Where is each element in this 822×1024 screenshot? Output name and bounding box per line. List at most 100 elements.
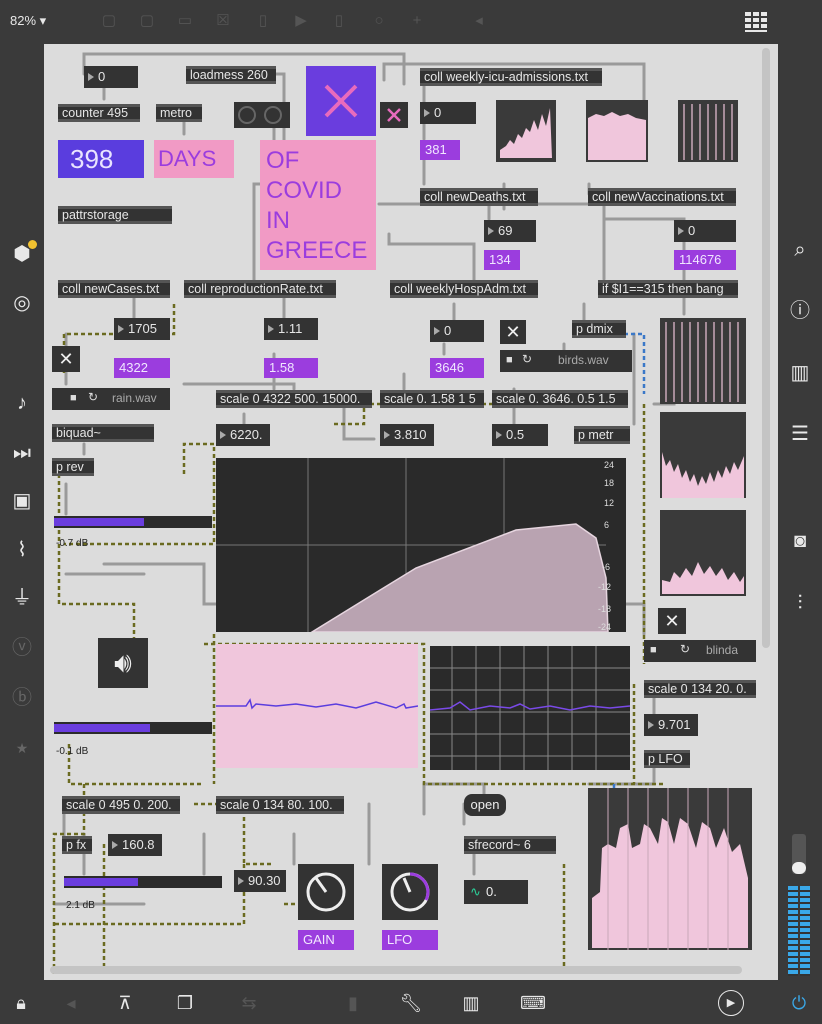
camera-icon[interactable]: ◙ — [786, 527, 814, 555]
pattrstorage-object[interactable]: pattrstorage — [58, 206, 172, 224]
volume-slider-knob[interactable] — [792, 862, 806, 874]
scale-object[interactable]: scale 0. 3646. 0.5 1.5 — [492, 390, 628, 408]
music-note-icon[interactable]: ♪ — [8, 389, 36, 417]
dial-icon[interactable]: ○ — [370, 12, 388, 30]
loop-icon[interactable]: ↻ — [680, 642, 690, 656]
sfplay-birds[interactable]: ■ ↻ birds.wav — [500, 350, 632, 372]
info-icon[interactable]: ⓘ — [786, 297, 814, 325]
toolbar-faded-icon[interactable]: ▢ — [100, 12, 118, 30]
b-icon[interactable]: ⓑ — [8, 684, 36, 712]
number-box[interactable]: 160.8 — [108, 834, 162, 856]
number-box[interactable]: 90.30 — [234, 870, 286, 892]
faded-icon[interactable]: ⇆ — [236, 990, 262, 1016]
coll-deaths-object[interactable]: coll newDeaths.txt — [420, 188, 538, 206]
image-icon[interactable]: ▣ — [8, 487, 36, 515]
small-toggle[interactable] — [380, 102, 408, 128]
list-icon[interactable]: ☰ — [786, 420, 814, 448]
keyboard-icon[interactable]: ⌨ — [520, 990, 546, 1016]
windows-icon[interactable]: ❐ — [172, 990, 198, 1016]
pmetr-object[interactable]: p metr — [574, 426, 630, 444]
toggle-icon[interactable]: ☒ — [214, 12, 232, 30]
filter-graph[interactable]: 24 18 12 6 -6 -12 -18 -24 — [216, 458, 626, 632]
search-icon[interactable]: ⌕ — [786, 236, 814, 264]
toolbar-faded-icon[interactable]: ▢ — [138, 12, 156, 30]
message-box[interactable]: 134 — [484, 250, 520, 270]
loadmess-object[interactable]: loadmess 260 — [186, 66, 276, 84]
horizontal-scrollbar[interactable] — [50, 966, 742, 974]
stop-icon[interactable]: ■ — [506, 354, 513, 366]
prev-object[interactable]: p rev — [52, 458, 94, 476]
star-icon[interactable]: ★ — [8, 734, 36, 762]
scale-object[interactable]: scale 0 495 0. 200. — [62, 796, 180, 814]
sfrecord-object[interactable]: sfrecord~ 6 — [464, 836, 556, 854]
power-icon[interactable]: ⏻ — [786, 990, 812, 1016]
loop-icon[interactable]: ↻ — [88, 390, 98, 404]
message-box[interactable]: 4322 — [114, 358, 170, 378]
paperclip-icon[interactable]: ⌇ — [8, 536, 36, 564]
message-box[interactable]: 381 — [420, 140, 460, 160]
presentation-icon[interactable]: ⊼ — [112, 990, 138, 1016]
number-box[interactable]: 0 — [674, 220, 736, 242]
message-box[interactable]: 114676 — [674, 250, 736, 270]
sequence-icon[interactable]: ⏭ — [8, 439, 36, 467]
days-counter[interactable]: 398 — [58, 140, 144, 178]
play-circle-icon[interactable]: ▶ — [718, 990, 744, 1016]
vertical-scrollbar[interactable] — [762, 48, 770, 648]
bang-button[interactable] — [264, 106, 282, 124]
coll-hospitalizations-object[interactable]: coll weeklyHospAdm.txt — [390, 280, 538, 298]
stop-icon[interactable]: ■ — [650, 644, 657, 656]
number-box[interactable]: 9.701 — [644, 714, 698, 736]
toolbar-faded-icon[interactable]: ▯ — [254, 12, 272, 30]
toggle[interactable]: ✕ — [52, 346, 80, 372]
target-icon[interactable]: ◎ — [8, 289, 36, 317]
number-box[interactable]: 0 — [430, 320, 484, 342]
sfplay-blinda[interactable]: ■ ↻ blinda — [644, 640, 756, 662]
plus-icon[interactable]: + — [408, 12, 426, 30]
scale-object[interactable]: scale 0 4322 500. 15000. — [216, 390, 372, 408]
loop-icon[interactable]: ↻ — [522, 352, 532, 366]
gain-meter[interactable] — [54, 516, 212, 528]
lock-icon[interactable]: 🔒︎ — [8, 990, 34, 1016]
faded-icon[interactable]: ▮ — [340, 990, 366, 1016]
toggle[interactable]: ✕ — [658, 608, 686, 634]
if-object[interactable]: if $I1==315 then bang — [598, 280, 738, 298]
number-box[interactable]: 1.11 — [264, 318, 318, 340]
message-box[interactable]: 1.58 — [264, 358, 318, 378]
piano-icon[interactable]: ▥ — [458, 990, 484, 1016]
grid-icon[interactable] — [744, 11, 772, 33]
mixer-icon[interactable]: ⫶ — [786, 589, 814, 617]
toolbar-faded-icon[interactable]: ▯ — [330, 12, 348, 30]
coll-icu-object[interactable]: coll weekly-icu-admissions.txt — [420, 68, 602, 86]
number-box[interactable]: 0 — [420, 102, 476, 124]
play-icon[interactable]: ▶ — [292, 12, 310, 30]
message-box[interactable]: 3646 — [430, 358, 484, 378]
number-box[interactable]: 0.5 — [492, 424, 548, 446]
scale-object[interactable]: scale 0 134 20. 0. — [644, 680, 756, 698]
number-box[interactable]: 69 — [484, 220, 536, 242]
bang-button[interactable] — [238, 106, 256, 124]
patcher-canvas[interactable]: 0 loadmess 260 counter 495 metro 398 DAY… — [44, 44, 778, 980]
zoom-level[interactable]: 82% ▾ — [10, 13, 46, 29]
counter-object[interactable]: counter 495 — [58, 104, 140, 122]
gain-meter[interactable] — [64, 876, 222, 888]
toggle[interactable]: ✕ — [500, 320, 526, 344]
v-icon[interactable]: ⓥ — [8, 634, 36, 662]
gain-dial[interactable] — [298, 864, 354, 920]
number-box[interactable]: 3.810 — [380, 424, 434, 446]
comment-icon[interactable]: ▭ — [176, 12, 194, 30]
pdmix-object[interactable]: p dmix — [572, 320, 626, 338]
plfo-object[interactable]: p LFO — [644, 750, 690, 768]
scale-object[interactable]: scale 0. 1.58 1 5 — [380, 390, 484, 408]
number-box[interactable]: 6220. — [216, 424, 270, 446]
sfplay-rain[interactable]: ■ ↻ rain.wav — [52, 388, 170, 410]
lfo-dial[interactable] — [382, 864, 438, 920]
number-box[interactable]: 1705 — [114, 318, 170, 340]
plug-icon[interactable]: ⏚ — [8, 584, 36, 612]
wrench-icon[interactable]: 🔧︎ — [398, 990, 424, 1016]
open-message[interactable]: open — [464, 794, 506, 816]
large-toggle[interactable] — [306, 66, 376, 136]
gain-meter[interactable] — [54, 722, 212, 734]
pfx-object[interactable]: p fx — [62, 836, 92, 854]
metro-object[interactable]: metro — [156, 104, 202, 122]
toolbar-faded-icon[interactable]: ◂ — [470, 12, 488, 30]
